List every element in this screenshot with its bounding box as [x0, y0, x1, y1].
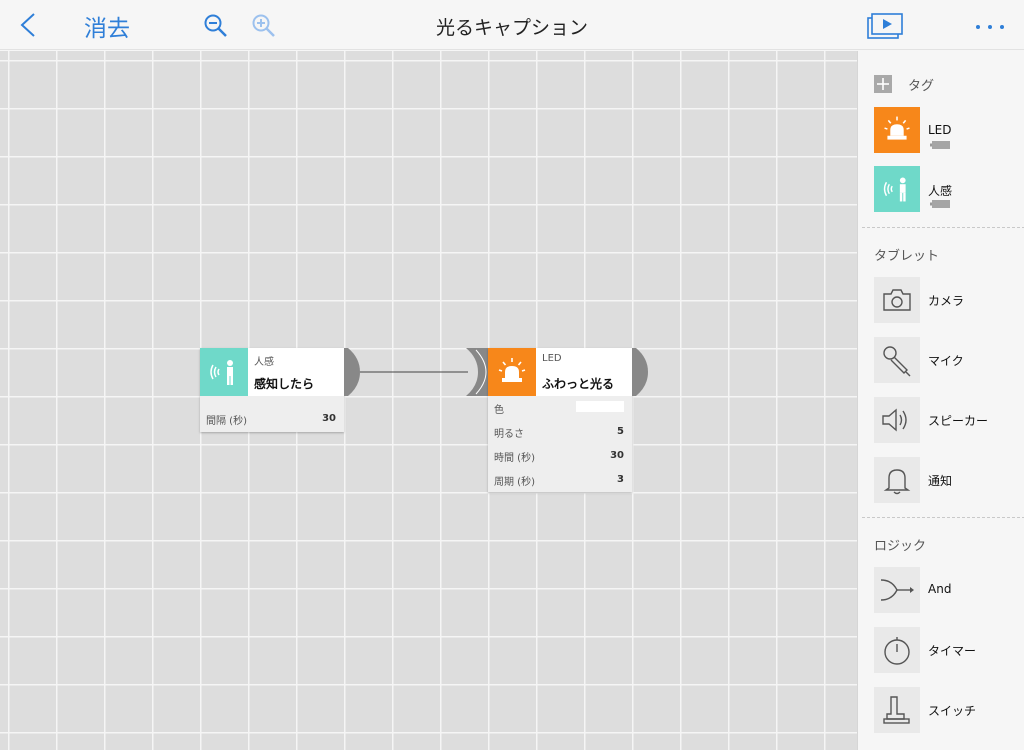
node-params: 色 明るさ 5 時間 (秒) 30 周期 (秒) 3 — [488, 396, 632, 492]
param-value: 3 — [617, 474, 624, 485]
param-value: 5 — [617, 426, 624, 437]
and-icon — [874, 567, 920, 613]
bell-icon — [874, 457, 920, 503]
param-label: 時間 (秒) — [494, 453, 535, 464]
motion-sensor-icon — [874, 166, 920, 212]
param-value: 30 — [610, 450, 624, 461]
camera-icon — [874, 277, 920, 323]
microphone-icon — [874, 337, 920, 383]
battery-icon — [930, 200, 950, 208]
speaker-icon — [874, 397, 920, 443]
palette-item-timer[interactable]: タイマー — [874, 627, 1024, 675]
siren-icon — [874, 107, 920, 153]
param-row[interactable]: 時間 (秒) 30 — [488, 444, 632, 468]
node-header: LED ふわっと光る — [488, 348, 632, 396]
connection-line — [360, 371, 468, 373]
palette-item-motion[interactable]: 人感 — [874, 166, 1024, 214]
siren-icon — [488, 348, 536, 396]
zoom-in-icon — [252, 14, 275, 37]
clear-button[interactable]: 消去 — [84, 9, 130, 43]
param-value: 30 — [322, 413, 336, 424]
chevron-left-icon — [20, 13, 35, 37]
palette-item-label: LED — [928, 123, 952, 137]
palette-item-label: 人感 — [928, 184, 953, 198]
node-motion-sensor[interactable]: 人感 感知したら 間隔 (秒) 30 — [200, 348, 344, 432]
param-row[interactable]: 周期 (秒) 3 — [488, 468, 632, 492]
play-button[interactable] — [866, 12, 906, 40]
output-port[interactable] — [632, 348, 650, 396]
palette-item-led[interactable]: LED — [874, 107, 1024, 155]
output-port[interactable] — [344, 348, 362, 396]
palette-item-mic[interactable]: マイク — [874, 337, 1024, 385]
color-swatch[interactable] — [576, 401, 624, 412]
battery-icon — [930, 141, 950, 149]
section-header-tablet: タブレット — [874, 249, 940, 264]
slideshow-icon — [867, 13, 903, 39]
block-palette: タグ LED 人感 タブレット カメラ マイク スピーカー 通知 ロジック An… — [857, 51, 1024, 750]
flow-canvas[interactable]: 人感 感知したら 間隔 (秒) 30 LED ふわっと光る 色 明るさ 5 時間… — [0, 51, 857, 750]
top-bar: 消去 光るキャプション — [0, 0, 1024, 50]
palette-item-camera[interactable]: カメラ — [874, 277, 1024, 325]
param-label: 色 — [494, 405, 504, 416]
palette-item-notification[interactable]: 通知 — [874, 457, 1024, 505]
input-port[interactable] — [466, 348, 488, 396]
param-row-color[interactable]: 色 — [488, 396, 632, 420]
node-category: 人感 — [254, 357, 274, 368]
node-name: ふわっと光る — [542, 377, 615, 391]
section-header-tags: タグ — [908, 79, 935, 94]
switch-icon — [874, 687, 920, 733]
palette-item-label: スイッチ — [928, 704, 977, 718]
timer-icon — [874, 627, 920, 673]
param-label: 明るさ — [494, 429, 524, 440]
palette-item-label: スピーカー — [928, 414, 989, 428]
param-label: 間隔 (秒) — [206, 416, 247, 427]
zoom-out-button[interactable] — [203, 13, 229, 39]
section-divider — [862, 517, 1024, 518]
param-row[interactable]: 明るさ 5 — [488, 420, 632, 444]
node-name: 感知したら — [254, 377, 315, 391]
section-divider — [862, 227, 1024, 228]
node-category: LED — [542, 353, 562, 364]
palette-item-label: マイク — [928, 354, 964, 368]
zoom-out-icon — [204, 14, 227, 37]
node-params: 間隔 (秒) 30 — [200, 396, 344, 432]
palette-item-label: タイマー — [928, 644, 977, 658]
palette-item-speaker[interactable]: スピーカー — [874, 397, 1024, 445]
palette-item-label: And — [928, 582, 952, 596]
section-header-logic: ロジック — [874, 539, 927, 554]
palette-item-label: カメラ — [928, 294, 965, 308]
more-button[interactable] — [974, 14, 1006, 36]
palette-item-label: 通知 — [928, 474, 953, 488]
more-dots-icon — [976, 25, 1004, 29]
add-tag-button[interactable] — [874, 75, 892, 93]
zoom-in-button[interactable] — [251, 13, 277, 39]
param-row[interactable]: 間隔 (秒) 30 — [200, 396, 344, 432]
motion-sensor-icon — [200, 348, 248, 396]
back-button[interactable] — [14, 10, 40, 40]
node-led[interactable]: LED ふわっと光る 色 明るさ 5 時間 (秒) 30 周期 (秒) 3 — [488, 348, 632, 492]
node-header: 人感 感知したら — [200, 348, 344, 396]
palette-item-and[interactable]: And — [874, 567, 1024, 615]
plus-icon — [877, 78, 889, 90]
param-label: 周期 (秒) — [494, 477, 535, 488]
palette-item-switch[interactable]: スイッチ — [874, 687, 1024, 735]
